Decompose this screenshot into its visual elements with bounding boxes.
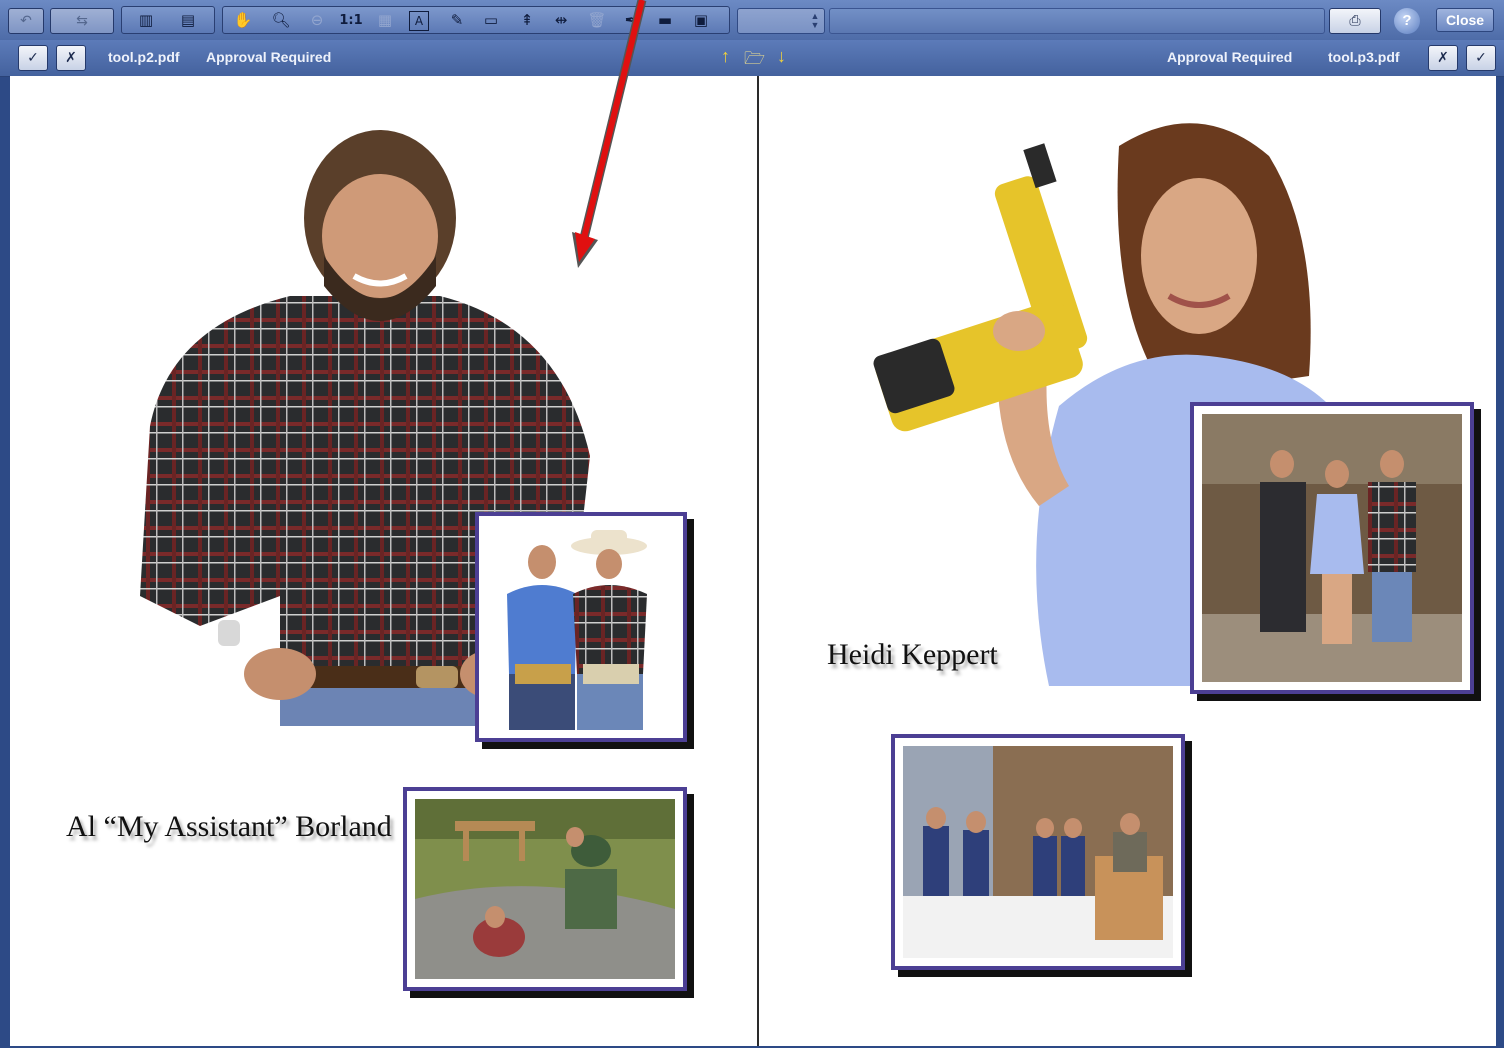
pencil-icon[interactable]: ✎: [445, 9, 469, 31]
photo-three-people: [1190, 402, 1474, 694]
single-page-icon[interactable]: ▤: [176, 9, 200, 31]
photo-group-set: [891, 734, 1185, 970]
horizontal-split-icon[interactable]: ⇞: [515, 9, 539, 31]
page-spinner-icon[interactable]: ▲ ▼: [809, 12, 821, 30]
text-tool-icon[interactable]: A: [409, 11, 429, 31]
left-file-name: tool.p2.pdf: [108, 49, 180, 65]
arrow-down-icon[interactable]: ↓: [777, 46, 786, 67]
view-mode-group: ▥ ▤: [121, 6, 215, 34]
right-file-name: tool.p3.pdf: [1328, 49, 1400, 65]
forward-icon[interactable]: ⇆: [50, 8, 114, 34]
dual-page-icon[interactable]: ▥: [134, 9, 158, 31]
approve-left-icon[interactable]: ✓: [18, 45, 48, 71]
annotation-arrow-icon: [572, 0, 647, 268]
close-button[interactable]: Close: [1436, 8, 1494, 32]
right-page[interactable]: Heidi Keppert: [759, 76, 1496, 1046]
hand-icon[interactable]: ✋: [231, 9, 255, 31]
toolbar-spacer: [829, 8, 1325, 34]
two-men-image: [487, 524, 675, 730]
right-approval-status: Approval Required: [1167, 49, 1293, 65]
back-icon[interactable]: ↶: [8, 8, 44, 34]
three-people-image: [1202, 414, 1462, 682]
left-page[interactable]: Al “My Assistant” Borland: [10, 0, 757, 1046]
arrow-up-icon[interactable]: ↑: [721, 46, 730, 67]
main-toolbar: ↶ ⇆ ▥ ▤ ✋ 🔍︎ ⊖ 1:1 ▦ A ✎ ▭ ⇞ ⇹ 🗑︎ ✒ ▬ ▣ …: [0, 0, 1504, 41]
left-approval-status: Approval Required: [206, 49, 332, 65]
zoom-in-icon[interactable]: 🔍︎: [269, 9, 293, 31]
folder-open-icon[interactable]: 🗁: [744, 46, 765, 75]
fit-icon[interactable]: 1:1: [339, 9, 363, 31]
note-icon[interactable]: ▣: [689, 9, 713, 31]
left-caption: Al “My Assistant” Borland: [66, 810, 392, 843]
page-number-field[interactable]: ▲ ▼: [737, 8, 825, 34]
select-icon[interactable]: ▦: [373, 9, 397, 31]
photo-two-men: [475, 512, 687, 742]
rectangle-icon[interactable]: ▭: [479, 9, 503, 31]
group-set-image: [903, 746, 1173, 958]
approve-right-icon[interactable]: ✓: [1466, 45, 1496, 71]
print-icon[interactable]: ⎙: [1329, 8, 1381, 34]
reject-left-icon[interactable]: ✗: [56, 45, 86, 71]
reject-right-icon[interactable]: ✗: [1428, 45, 1458, 71]
right-caption: Heidi Keppert: [827, 638, 998, 671]
garden-image: [415, 799, 675, 979]
help-icon[interactable]: ?: [1394, 8, 1420, 34]
photo-garden: [403, 787, 687, 991]
zoom-out-icon[interactable]: ⊖: [305, 9, 329, 31]
